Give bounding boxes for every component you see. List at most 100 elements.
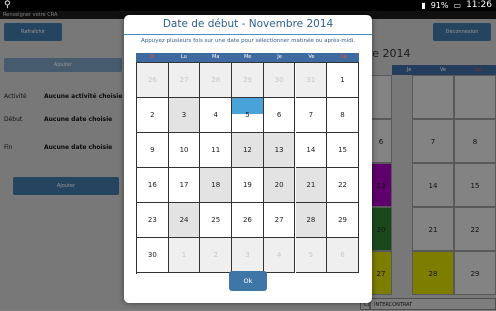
day-cell[interactable]: 11 xyxy=(200,133,233,168)
day-cell[interactable]: 30 xyxy=(263,63,296,98)
day-number: 20 xyxy=(274,181,284,189)
day-cell[interactable]: 21 xyxy=(295,168,328,203)
day-number: 5 xyxy=(308,251,314,259)
day-number: 14 xyxy=(306,146,316,154)
day-cell[interactable]: 2 xyxy=(200,238,233,273)
day-cell[interactable]: 9 xyxy=(137,133,169,168)
day-cell[interactable]: 12 xyxy=(232,133,264,168)
day-number: 26 xyxy=(147,76,157,84)
day-number: 29 xyxy=(242,76,252,84)
battery-icon: ▭ xyxy=(453,1,462,10)
day-number: 21 xyxy=(306,181,316,189)
day-number: 2 xyxy=(150,111,155,119)
day-number: 30 xyxy=(274,76,284,84)
title-divider xyxy=(124,34,372,35)
day-cell[interactable]: 5 xyxy=(295,238,328,273)
dialog-instruction: Appuyez plusieurs fois sur une date pour… xyxy=(140,38,356,44)
day-cell[interactable]: 6 xyxy=(263,98,296,133)
day-cell[interactable]: 4 xyxy=(200,98,233,133)
day-cell[interactable]: 13 xyxy=(263,133,296,168)
day-cell[interactable]: 26 xyxy=(137,63,169,98)
day-number: 30 xyxy=(147,251,157,259)
day-cell[interactable]: 18 xyxy=(200,168,233,203)
weekday-label: Me xyxy=(243,54,252,60)
signal-icon: ▮ xyxy=(421,1,426,10)
weekday-header: Di Lu Ma Me Je Ve Sa xyxy=(136,53,359,62)
day-number: 26 xyxy=(242,216,252,224)
weekday-label: Je xyxy=(277,54,282,60)
day-number: 1 xyxy=(340,76,345,84)
day-number: 11 xyxy=(211,146,221,154)
day-cell[interactable]: 3 xyxy=(168,98,201,133)
day-cell[interactable]: 7 xyxy=(295,98,328,133)
day-number: 31 xyxy=(306,76,316,84)
day-number: 6 xyxy=(276,111,282,119)
day-number: 7 xyxy=(308,111,314,119)
date-picker-dialog: Date de début - Novembre 2014 Appuyez pl… xyxy=(124,15,372,303)
day-number: 6 xyxy=(340,251,345,259)
day-cell[interactable]: 28 xyxy=(200,63,233,98)
weekday-label: Ve xyxy=(308,54,315,60)
day-cell[interactable]: 6 xyxy=(327,238,359,273)
day-number: 27 xyxy=(179,76,189,84)
day-number: 19 xyxy=(242,181,252,189)
day-number: 9 xyxy=(150,146,155,154)
day-number: 2 xyxy=(213,251,218,259)
weekday-label: Di xyxy=(149,54,155,60)
day-cell[interactable]: 3 xyxy=(232,238,264,273)
day-number: 12 xyxy=(242,146,252,154)
day-cell[interactable]: 17 xyxy=(168,168,201,203)
day-cell[interactable]: 27 xyxy=(263,203,296,238)
day-cell[interactable]: 8 xyxy=(327,98,359,133)
day-cell[interactable]: 26 xyxy=(232,203,264,238)
day-number: 13 xyxy=(274,146,284,154)
ok-button[interactable]: Ok xyxy=(229,271,267,291)
day-number: 17 xyxy=(179,181,189,189)
day-cell[interactable]: 24 xyxy=(168,203,201,238)
day-number: 18 xyxy=(211,181,221,189)
day-cell[interactable]: 10 xyxy=(168,133,201,168)
day-cell[interactable]: 22 xyxy=(327,168,359,203)
day-number: 4 xyxy=(213,111,218,119)
day-number: 10 xyxy=(179,146,189,154)
day-number: 3 xyxy=(245,251,250,259)
dialog-title: Date de début - Novembre 2014 xyxy=(162,18,334,30)
day-number: 15 xyxy=(338,146,347,154)
day-number: 28 xyxy=(306,216,316,224)
day-cell[interactable]: 28 xyxy=(295,203,328,238)
weekday-label: Lu xyxy=(180,54,187,60)
day-cell[interactable]: 19 xyxy=(232,168,264,203)
day-number: 24 xyxy=(179,216,189,224)
day-cell[interactable]: 30 xyxy=(137,238,169,273)
day-grid: 26 27 28 29 30 31 1 2 3 4 5 6 7 8 9 10 11 12 13 14 15 16 17 18 1… xyxy=(136,62,359,274)
day-number: 22 xyxy=(338,181,347,189)
day-cell[interactable]: 23 xyxy=(137,203,169,238)
usb-icon: ⚲ xyxy=(4,0,11,10)
day-cell[interactable]: 25 xyxy=(200,203,233,238)
day-cell[interactable]: 4 xyxy=(263,238,296,273)
day-cell[interactable]: 16 xyxy=(137,168,169,203)
day-number: 23 xyxy=(147,216,157,224)
day-number: 27 xyxy=(274,216,284,224)
day-number: 29 xyxy=(338,216,347,224)
day-number: 3 xyxy=(181,111,187,119)
weekday-label: Ma xyxy=(212,54,220,60)
battery-value: 91% xyxy=(430,1,449,10)
weekday-label: Sa xyxy=(340,54,347,60)
day-cell[interactable]: 14 xyxy=(295,133,328,168)
day-cell[interactable]: 15 xyxy=(327,133,359,168)
clock: 11:26 xyxy=(466,0,492,10)
day-cell[interactable]: 27 xyxy=(168,63,201,98)
day-cell[interactable]: 20 xyxy=(263,168,296,203)
day-number: 8 xyxy=(340,111,345,119)
status-icons: ▮ 91% ▭ 11:26 xyxy=(421,0,492,11)
day-cell[interactable]: 1 xyxy=(327,63,359,98)
day-cell[interactable]: 31 xyxy=(295,63,328,98)
day-cell[interactable]: 2 xyxy=(137,98,169,133)
day-cell[interactable]: 29 xyxy=(327,203,359,238)
day-cell[interactable]: 29 xyxy=(232,63,264,98)
day-cell-selected[interactable]: 5 xyxy=(232,98,264,133)
day-number: 28 xyxy=(211,76,221,84)
day-number: 16 xyxy=(147,181,157,189)
day-cell[interactable]: 1 xyxy=(168,238,201,273)
